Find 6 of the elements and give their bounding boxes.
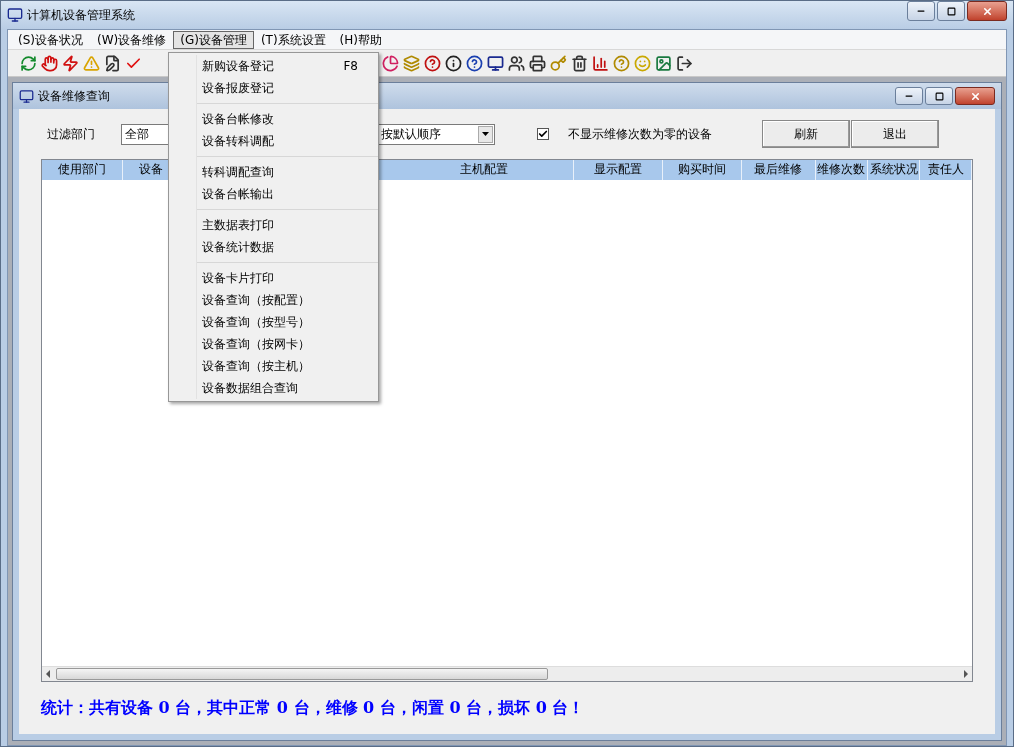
window-title: 计算机设备管理系统 bbox=[27, 7, 135, 24]
child-window-title: 设备维修查询 bbox=[38, 88, 110, 105]
filter-label: 过滤部门 bbox=[47, 126, 96, 143]
summary-text: 统计：共有设备 0 台，其中正常 0 台，维修 0 台，闲置 0 台，损坏 0 台！ bbox=[41, 697, 585, 719]
checkbox-label: 不显示维修次数为零的设备 bbox=[568, 126, 713, 143]
shortcut-text: F8 bbox=[343, 58, 358, 75]
